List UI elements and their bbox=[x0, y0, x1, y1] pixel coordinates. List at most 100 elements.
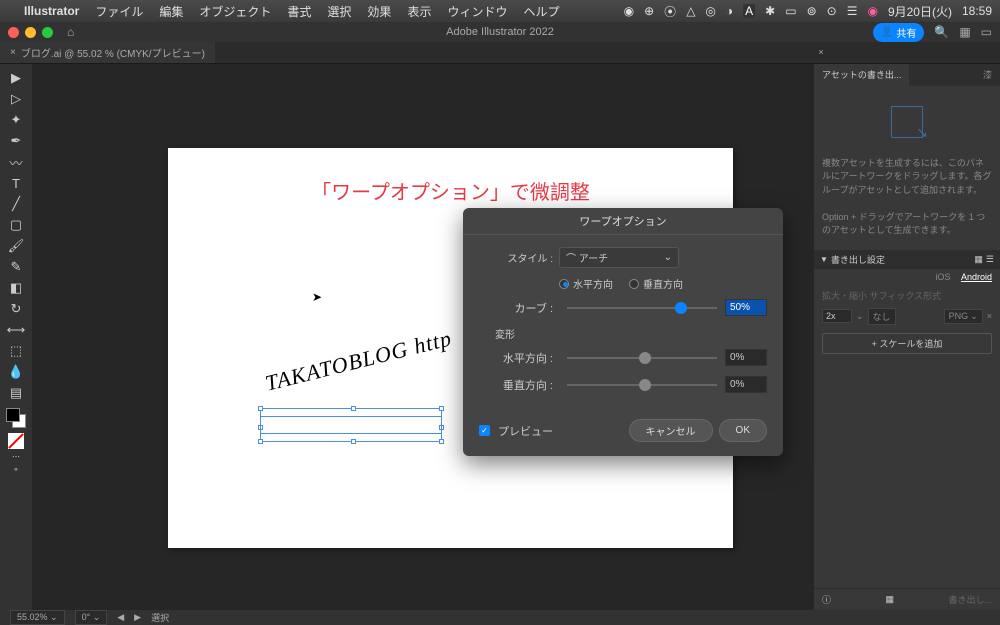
rotate-tool[interactable]: ↻ bbox=[4, 299, 28, 319]
curve-slider[interactable] bbox=[567, 307, 717, 309]
scale-input[interactable] bbox=[822, 309, 852, 323]
zoom-field[interactable]: 55.02% ⌄ bbox=[10, 610, 65, 625]
width-tool[interactable]: ⟷ bbox=[4, 320, 28, 340]
menu-view[interactable]: 表示 bbox=[407, 3, 431, 20]
ok-button[interactable]: OK bbox=[719, 419, 767, 442]
list-icon[interactable]: ☰ bbox=[986, 254, 994, 265]
status-icon[interactable]: △ bbox=[686, 4, 695, 18]
chevron-down-icon: ▼ bbox=[820, 255, 828, 264]
preview-label: プレビュー bbox=[498, 423, 553, 439]
menu-select[interactable]: 選択 bbox=[327, 3, 351, 20]
paintbrush-tool[interactable]: 🖌 bbox=[4, 236, 28, 256]
line-tool[interactable]: ╱ bbox=[4, 194, 28, 214]
info-icon[interactable]: ⓘ bbox=[822, 593, 831, 606]
panel-tab-other[interactable]: 漆 bbox=[975, 64, 1000, 86]
selection-handle[interactable] bbox=[439, 406, 444, 411]
home-icon[interactable]: ⌂ bbox=[67, 25, 74, 39]
vdist-slider[interactable] bbox=[567, 384, 717, 386]
selection-handle[interactable] bbox=[351, 439, 356, 444]
control-center-icon[interactable]: ☰ bbox=[847, 4, 858, 18]
status-icon[interactable]: ⦿ bbox=[664, 3, 676, 20]
horizontal-radio[interactable]: 水平方向 bbox=[559, 276, 613, 291]
siri-icon[interactable]: ◉ bbox=[867, 4, 877, 18]
selection-handle[interactable] bbox=[258, 439, 263, 444]
add-scale-button[interactable]: + スケールを追加 bbox=[822, 333, 992, 354]
menu-object[interactable]: オブジェクト bbox=[199, 3, 271, 20]
panel-tab-asset-export[interactable]: アセットの書き出... bbox=[814, 64, 909, 86]
fill-stroke-swatch[interactable] bbox=[6, 408, 26, 428]
minimize-window-button[interactable] bbox=[25, 27, 36, 38]
android-tab[interactable]: Android bbox=[961, 272, 992, 282]
suffix-select[interactable]: なし bbox=[868, 308, 896, 325]
type-tool[interactable]: T bbox=[4, 173, 28, 193]
document-tab[interactable]: × ブログ.ai @ 55.02 % (CMYK/プレビュー) bbox=[0, 42, 215, 63]
menu-help[interactable]: ヘルプ bbox=[523, 3, 559, 20]
curvature-tool[interactable]: 〰 bbox=[4, 152, 28, 172]
bluetooth-icon[interactable]: ✱ bbox=[765, 4, 775, 18]
free-transform-tool[interactable]: ⬚ bbox=[4, 341, 28, 361]
shaper-tool[interactable]: ✎ bbox=[4, 257, 28, 277]
share-button[interactable]: 👤共有 bbox=[873, 23, 924, 42]
selection-tool[interactable]: ▶ bbox=[4, 68, 28, 88]
delete-scale-icon[interactable]: × bbox=[987, 311, 992, 321]
close-tab-icon[interactable]: × bbox=[10, 47, 16, 58]
wifi-icon[interactable]: ⊚ bbox=[807, 4, 817, 18]
preview-checkbox[interactable]: ✓ bbox=[479, 425, 490, 436]
panel-collapse-button[interactable]: × bbox=[814, 45, 828, 59]
menu-file[interactable]: ファイル bbox=[95, 3, 143, 20]
hdist-slider[interactable] bbox=[567, 357, 717, 359]
maximize-window-button[interactable] bbox=[42, 27, 53, 38]
direct-selection-tool[interactable]: ▷ bbox=[4, 89, 28, 109]
ios-tab[interactable]: iOS bbox=[935, 272, 950, 282]
status-icon[interactable]: ◉ bbox=[624, 4, 634, 18]
warped-text[interactable]: TAKATOBLOG http bbox=[263, 325, 455, 396]
menu-type[interactable]: 書式 bbox=[287, 3, 311, 20]
rotation-field[interactable]: 0° ⌄ bbox=[75, 610, 108, 625]
vdist-value-input[interactable]: 0% bbox=[725, 376, 767, 393]
spotlight-icon[interactable]: ⊙ bbox=[827, 4, 837, 18]
no-color-swatch[interactable] bbox=[8, 433, 24, 449]
battery-icon[interactable]: ▭ bbox=[785, 4, 796, 18]
export-settings-header[interactable]: ▼ 書き出し設定 ▦ ☰ bbox=[814, 250, 1000, 269]
status-icon[interactable]: A bbox=[743, 4, 755, 18]
pen-tool[interactable]: ✒ bbox=[4, 131, 28, 151]
menu-effect[interactable]: 効果 bbox=[367, 3, 391, 20]
eyedropper-tool[interactable]: 💧 bbox=[4, 362, 28, 382]
nav-prev-icon[interactable]: ◀ bbox=[117, 612, 124, 623]
nav-next-icon[interactable]: ▶ bbox=[134, 612, 141, 623]
status-icon[interactable]: ⊕ bbox=[644, 4, 654, 18]
help-text-2: Option + ドラッグでアートワークを 1 つのアセットとして生成できます。 bbox=[822, 211, 992, 238]
menu-window[interactable]: ウィンドウ bbox=[447, 3, 507, 20]
gradient-tool[interactable]: ▤ bbox=[4, 383, 28, 403]
style-dropdown[interactable]: ⌒ アーチ⌄ bbox=[559, 247, 679, 268]
canvas[interactable]: 「ワープオプション」で微調整 ➤ TAKATOBLOG http ワープオプショ… bbox=[32, 64, 814, 610]
grid-view-icon[interactable]: ▦ bbox=[885, 594, 894, 605]
cancel-button[interactable]: キャンセル bbox=[629, 419, 713, 442]
app-title: Adobe Illustrator 2022 bbox=[446, 26, 554, 38]
arrange-icon[interactable]: ▦ bbox=[959, 25, 970, 39]
menu-edit[interactable]: 編集 bbox=[159, 3, 183, 20]
workspace-icon[interactable]: ▭ bbox=[981, 25, 992, 39]
magic-wand-tool[interactable]: ✦ bbox=[4, 110, 28, 130]
rectangle-tool[interactable]: ▢ bbox=[4, 215, 28, 235]
close-window-button[interactable] bbox=[8, 27, 19, 38]
eraser-tool[interactable]: ◧ bbox=[4, 278, 28, 298]
grid-icon[interactable]: ▦ bbox=[974, 254, 983, 265]
curve-value-input[interactable]: 50% bbox=[725, 299, 767, 316]
status-icon[interactable]: ◎ bbox=[705, 4, 715, 18]
selection-handle[interactable] bbox=[258, 406, 263, 411]
selection-handle[interactable] bbox=[439, 439, 444, 444]
help-text-1: 複数アセットを生成するには、このパネルにアートワークをドラッグします。各グループ… bbox=[822, 157, 992, 198]
selection-handle[interactable] bbox=[351, 406, 356, 411]
toolbar-more[interactable]: ⋯ bbox=[4, 450, 28, 462]
format-select[interactable]: PNG⌄ bbox=[944, 309, 983, 324]
status-icon[interactable]: ◑ bbox=[726, 4, 733, 18]
vertical-radio[interactable]: 垂直方向 bbox=[629, 276, 683, 291]
app-menu[interactable]: Illustrator bbox=[24, 4, 79, 18]
menubar-time[interactable]: 18:59 bbox=[962, 4, 992, 18]
menubar-date[interactable]: 9月20日(火) bbox=[888, 3, 952, 20]
search-icon[interactable]: 🔍 bbox=[934, 25, 949, 39]
hdist-value-input[interactable]: 0% bbox=[725, 349, 767, 366]
export-button[interactable]: 書き出し... bbox=[948, 593, 992, 606]
toolbar-edit[interactable]: ⚬ bbox=[4, 463, 28, 475]
